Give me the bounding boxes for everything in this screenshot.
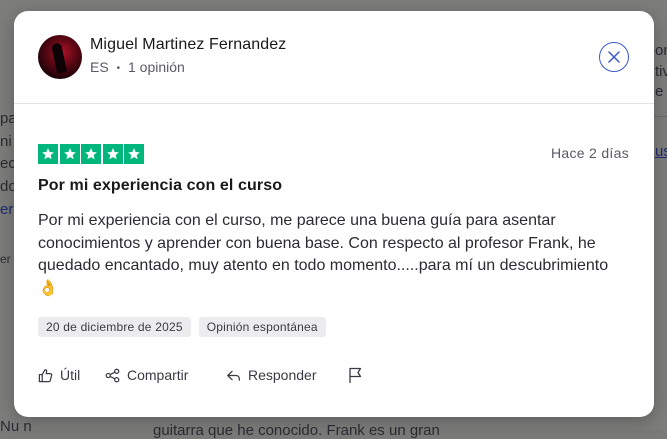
bg-divider: [654, 116, 667, 117]
bg-text: ont: [655, 42, 667, 59]
avatar[interactable]: [38, 35, 82, 79]
share-button[interactable]: Compartir: [105, 367, 188, 383]
review-body: Por mi experiencia con el curso, me pare…: [38, 212, 609, 297]
review-modal: Miguel Martinez Fernandez ES • 1 opinión…: [14, 11, 654, 417]
close-button[interactable]: [599, 42, 629, 72]
review-header: Miguel Martinez Fernandez ES • 1 opinión: [14, 11, 654, 104]
useful-button[interactable]: Útil: [38, 367, 80, 383]
author-name[interactable]: Miguel Martinez Fernandez: [90, 36, 286, 54]
author-meta: ES • 1 opinión: [90, 59, 185, 75]
bg-text: tiva: [655, 63, 667, 80]
bg-text: er: [0, 252, 11, 266]
bg-text: ni: [0, 133, 12, 150]
date-tag: 20 de diciembre de 2025: [38, 317, 191, 337]
bg-text: e re: [655, 83, 667, 100]
review-date: Hace 2 días: [550, 145, 629, 161]
share-label: Compartir: [127, 367, 189, 383]
author-review-count: 1 opinión: [127, 59, 185, 75]
thumbs-up-icon: [38, 368, 53, 382]
share-icon: [105, 368, 120, 382]
flag-icon: [349, 367, 362, 383]
reply-button[interactable]: Responder: [226, 367, 317, 383]
author-country: ES: [90, 59, 109, 75]
review-tags: 20 de diciembre de 2025 Opinión espontán…: [38, 317, 326, 337]
useful-label: Útil: [60, 367, 81, 383]
bg-text: guitarra que he conocido. Frank es un gr…: [153, 422, 440, 439]
meta-separator: •: [116, 63, 121, 74]
star-icon: [59, 144, 80, 164]
reply-icon: [227, 370, 240, 381]
star-icon: [102, 144, 123, 164]
bg-text: Nu n: [0, 418, 32, 435]
star-icon: [81, 144, 101, 164]
verification-tag: Opinión espontánea: [198, 317, 326, 337]
review-title: Por mi experiencia con el curso: [38, 177, 283, 194]
close-icon: [608, 51, 620, 63]
report-button[interactable]: [348, 367, 363, 384]
star-icon: [124, 144, 144, 164]
star-rating: [38, 144, 144, 164]
star-icon: [38, 144, 58, 164]
reply-label: Responder: [248, 367, 317, 383]
bg-link: us: [655, 143, 667, 160]
